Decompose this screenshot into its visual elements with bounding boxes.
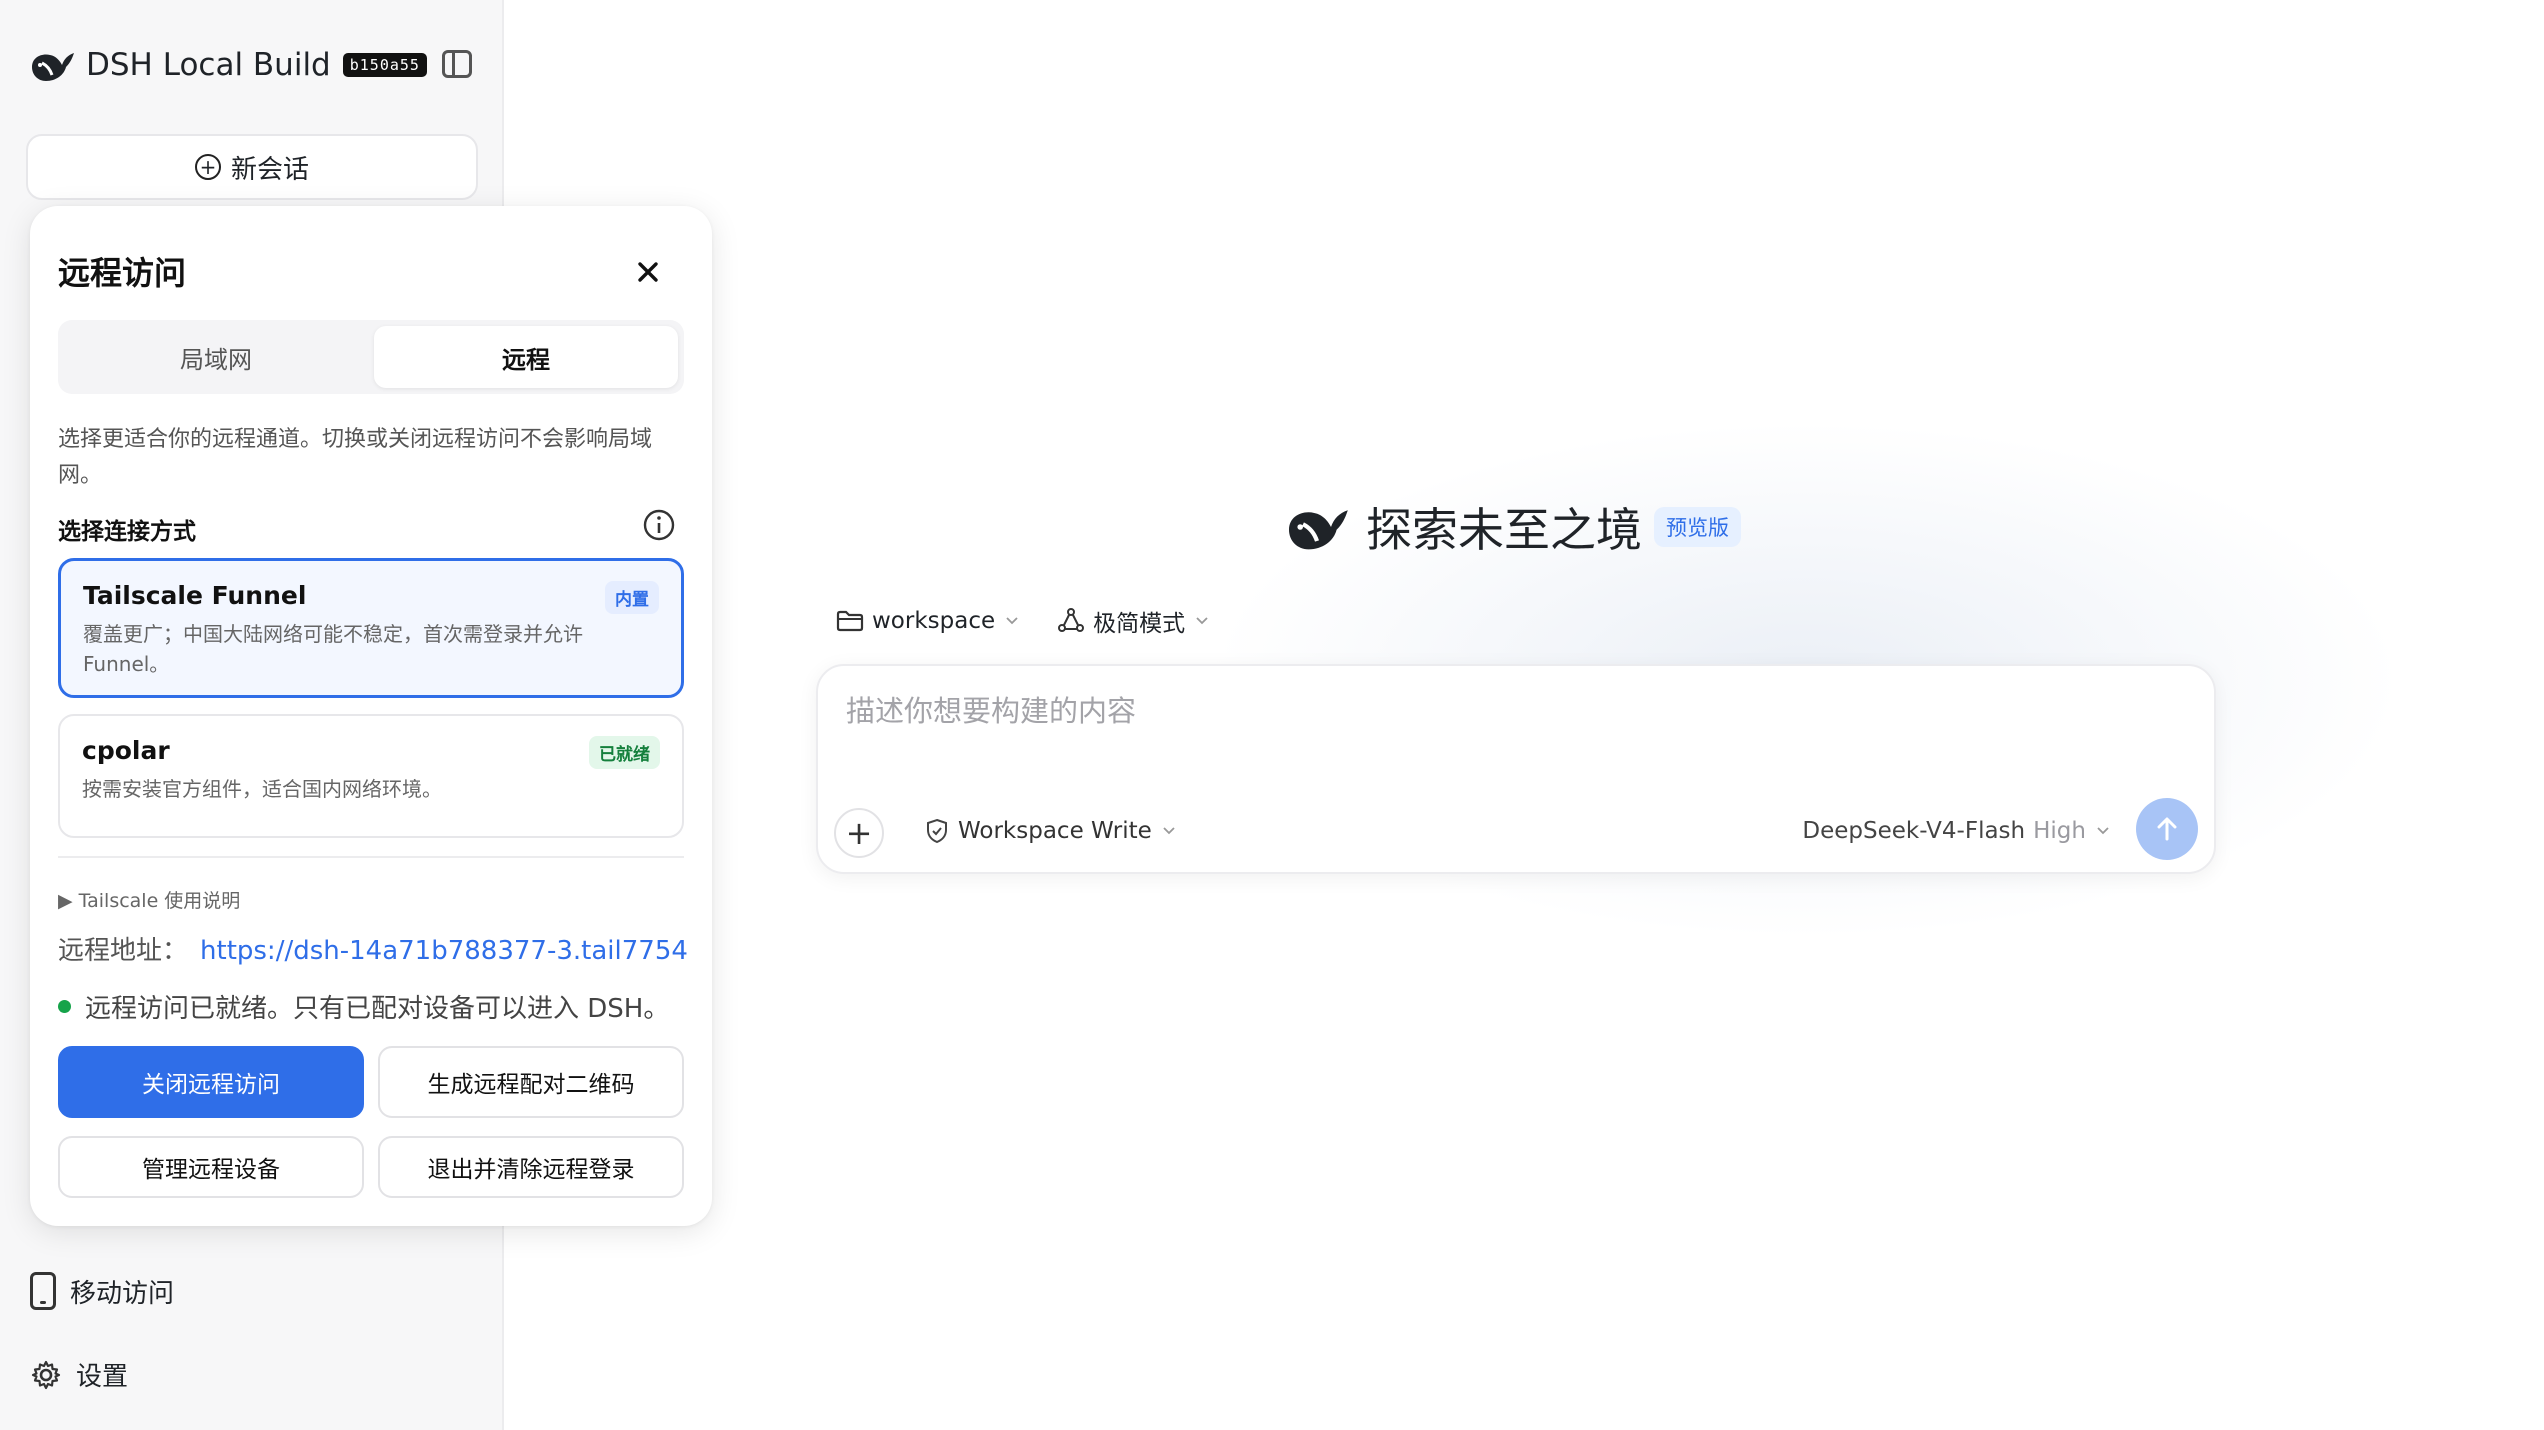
option-cpolar[interactable]: cpolar 已就绪 按需安装官方组件，适合国内网络环境。 <box>58 714 684 838</box>
model-name: DeepSeek-V4-Flash <box>1802 818 2026 844</box>
divider <box>58 856 684 858</box>
option-tailscale-funnel[interactable]: Tailscale Funnel 内置 覆盖更广；中国大陆网络可能不稳定，首次需… <box>58 558 684 698</box>
remote-address-label: 远程地址： <box>58 936 189 966</box>
chevron-down-icon <box>2097 827 2109 835</box>
gear-icon <box>31 1360 61 1389</box>
phone-icon <box>30 1272 56 1310</box>
tailscale-help-toggle[interactable]: ▶ Tailscale 使用说明 <box>58 886 240 913</box>
logout-clear-button[interactable]: 退出并清除远程登录 <box>378 1136 684 1198</box>
shield-icon <box>927 818 947 844</box>
tab-remote[interactable]: 远程 <box>374 326 678 388</box>
plus-circle-icon: + <box>194 154 221 180</box>
sidebar-toggle-icon[interactable] <box>442 50 472 78</box>
hero-title: 探索未至之境 <box>1366 503 1642 557</box>
option-name: Tailscale Funnel <box>83 581 307 610</box>
mobile-access-link[interactable]: 移动访问 <box>30 1272 174 1310</box>
status-dot-icon <box>58 1000 71 1013</box>
remote-status: 远程访问已就绪。只有已配对设备可以进入 DSH。 <box>58 988 669 1025</box>
send-button[interactable] <box>2136 798 2198 860</box>
tab-lan[interactable]: 局域网 <box>64 326 368 388</box>
new-chat-label: 新会话 <box>230 154 309 185</box>
status-text: 远程访问已就绪。只有已配对设备可以进入 DSH。 <box>85 994 670 1024</box>
panel-title: 远程访问 <box>58 254 187 292</box>
workspace-label: workspace <box>872 608 996 634</box>
permission-label: Workspace Write <box>958 818 1152 844</box>
settings-label: 设置 <box>76 1362 129 1392</box>
remote-access-panel: 远程访问 局域网 远程 选择更适合你的远程通道。切换或关闭远程访问不会影响局域网… <box>30 206 712 1226</box>
remote-address: 远程地址： https://dsh-14a71b788377-3.tail7754… <box>58 930 688 967</box>
generate-qr-button[interactable]: 生成远程配对二维码 <box>378 1046 684 1118</box>
close-icon[interactable] <box>632 256 664 288</box>
manage-devices-button[interactable]: 管理远程设备 <box>58 1136 364 1198</box>
whale-logo-icon <box>32 53 74 81</box>
remote-address-link[interactable]: https://dsh-14a71b788377-3.tail77540... <box>200 936 688 966</box>
option-description: 覆盖更广；中国大陆网络可能不稳定，首次需登录并允许 Funnel。 <box>83 622 583 676</box>
chevron-down-icon <box>1006 617 1018 625</box>
preview-badge: 预览版 <box>1654 507 1741 547</box>
mode-label: 极简模式 <box>1093 611 1186 637</box>
permission-selector[interactable]: Workspace Write <box>924 818 1176 844</box>
option-description: 按需安装官方组件，适合国内网络环境。 <box>82 777 442 801</box>
prompt-input[interactable] <box>846 694 2146 728</box>
settings-link[interactable]: 设置 <box>30 1356 128 1393</box>
mode-selector[interactable]: 极简模式 <box>1057 604 1209 638</box>
chevron-down-icon <box>1163 827 1175 835</box>
main-area: 探索未至之境 预览版 workspace 极简模式 + <box>506 0 2544 1430</box>
panel-description: 选择更适合你的远程通道。切换或关闭远程访问不会影响局域网。 <box>58 427 653 488</box>
status-badge: 已就绪 <box>589 736 660 769</box>
model-level: High <box>2033 818 2086 844</box>
disable-remote-button[interactable]: 关闭远程访问 <box>58 1046 364 1118</box>
whale-logo-icon <box>1289 510 1348 550</box>
hero: 探索未至之境 预览版 <box>1282 494 1741 560</box>
build-hash-badge: b150a55 <box>342 53 427 77</box>
chevron-down-icon <box>1196 617 1208 625</box>
access-tabs: 局域网 远程 <box>58 320 684 394</box>
option-name: cpolar <box>82 736 170 765</box>
brand: DSH Local Build b150a55 <box>28 40 427 90</box>
folder-icon <box>836 610 864 632</box>
workspace-selector[interactable]: workspace <box>836 608 1019 634</box>
plus-icon: + <box>845 814 873 852</box>
composer: + Workspace Write DeepSeek-V4-Flash High <box>816 664 2216 874</box>
status-badge: 内置 <box>605 581 659 614</box>
attach-button[interactable]: + <box>834 808 884 858</box>
brand-name: DSH Local Build <box>86 47 331 83</box>
info-icon[interactable] <box>642 508 676 542</box>
connection-method-label: 选择连接方式 <box>58 519 196 545</box>
arrow-up-icon <box>2157 817 2177 841</box>
new-chat-button[interactable]: + 新会话 <box>26 134 478 200</box>
composer-toolbar: workspace 极简模式 <box>836 604 1247 638</box>
mode-icon <box>1058 608 1085 632</box>
model-selector[interactable]: DeepSeek-V4-Flash High <box>1802 818 2110 844</box>
mobile-access-label: 移动访问 <box>70 1278 175 1309</box>
